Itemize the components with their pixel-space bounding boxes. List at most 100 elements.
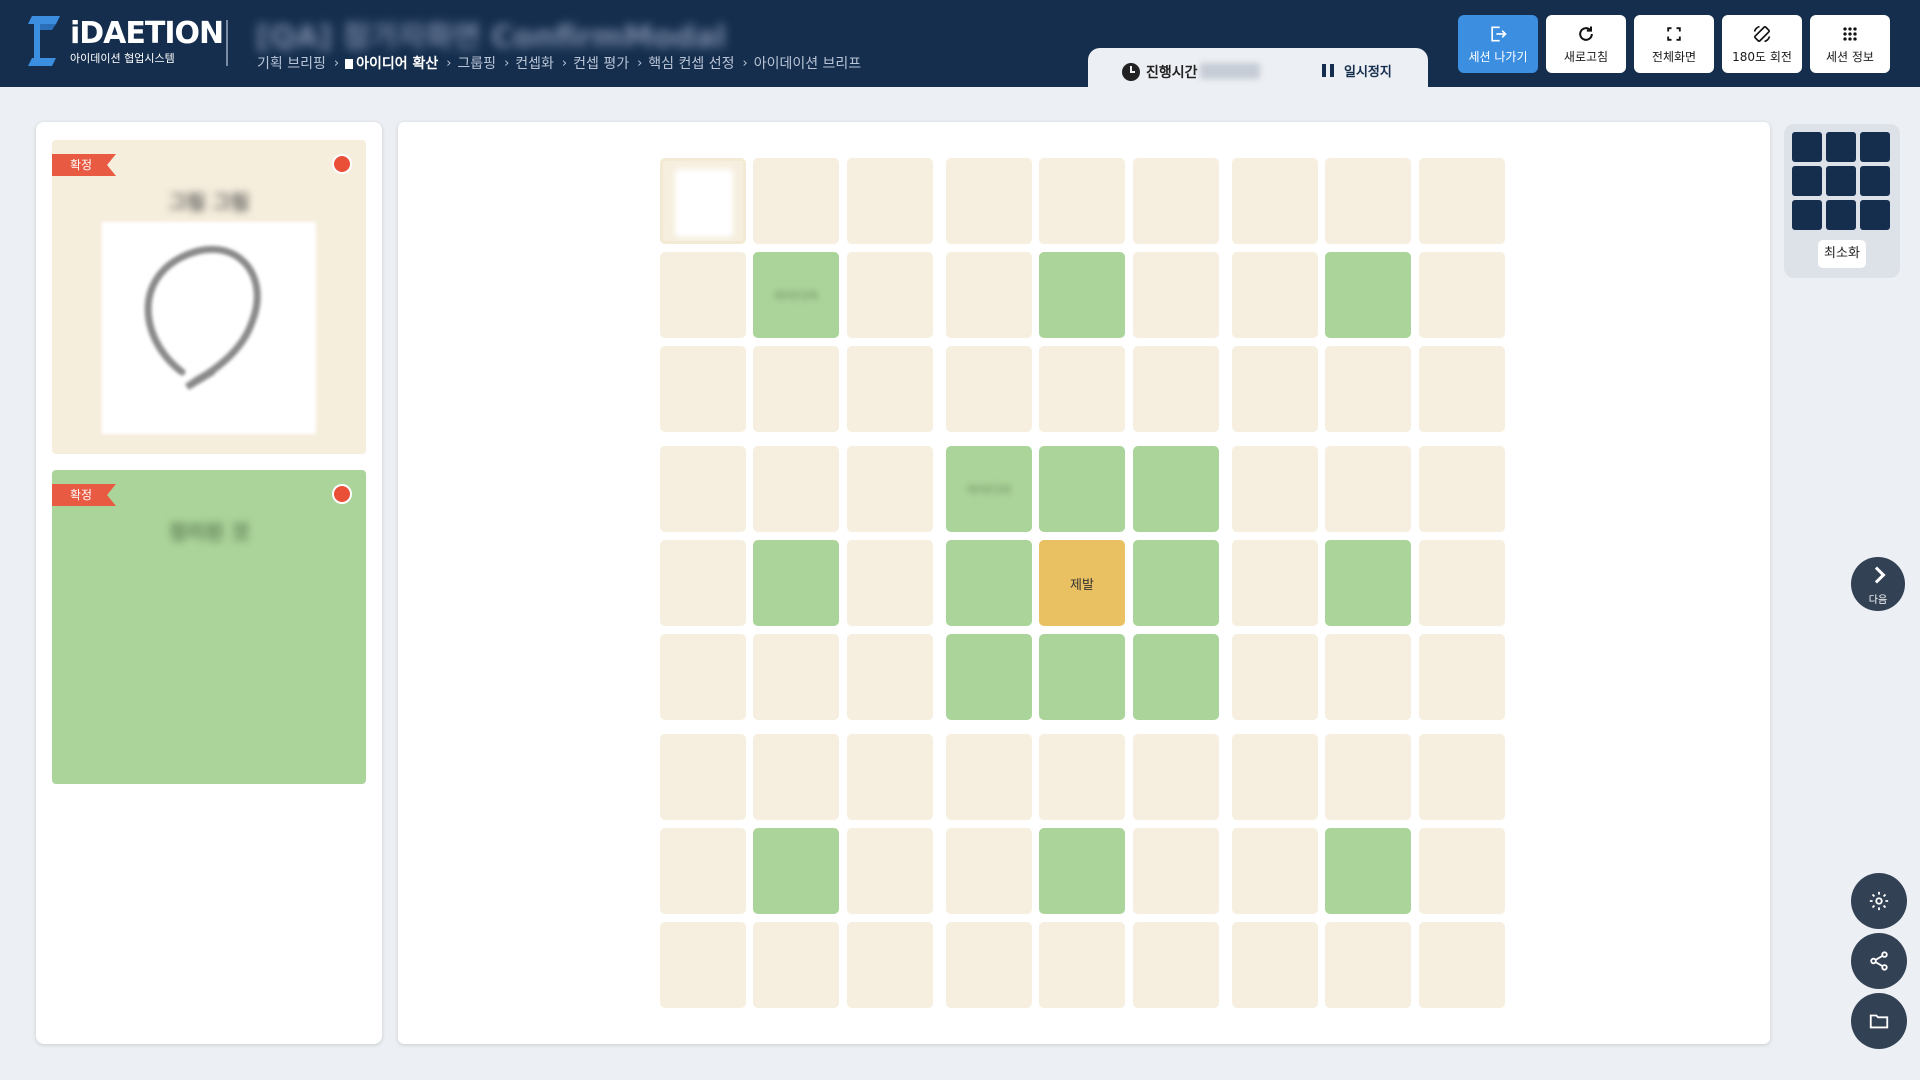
minimap-cell[interactable] [1826, 166, 1856, 196]
board-cell-filled[interactable] [1133, 634, 1219, 720]
board-cell[interactable] [1133, 828, 1219, 914]
minimap-cell[interactable] [1792, 132, 1822, 162]
board-cell-filled[interactable] [1325, 540, 1411, 626]
board-cell-filled[interactable] [946, 540, 1032, 626]
folder-button[interactable] [1851, 993, 1907, 1049]
board-cell-filled[interactable] [753, 540, 839, 626]
app-logo[interactable]: iDAETION 아이데이션 협업시스템 [28, 16, 224, 66]
board-cell[interactable] [1133, 158, 1219, 244]
board-cell[interactable] [1039, 158, 1125, 244]
board-cell[interactable] [753, 158, 839, 244]
minimap-cell[interactable] [1792, 166, 1822, 196]
board-cell[interactable] [1325, 446, 1411, 532]
board-cell[interactable] [660, 634, 746, 720]
board-cell-filled[interactable] [1039, 446, 1125, 532]
board-cell-filled[interactable] [1133, 446, 1219, 532]
board-cell-filled[interactable] [1039, 634, 1125, 720]
board-cell[interactable] [946, 252, 1032, 338]
board-cell-filled[interactable] [1325, 252, 1411, 338]
board-cell[interactable] [1419, 446, 1505, 532]
board-cell[interactable] [1232, 158, 1318, 244]
board-cell[interactable] [1325, 346, 1411, 432]
board-cell[interactable] [753, 446, 839, 532]
breadcrumb-item-evaluation[interactable]: 컨셉 평가 [573, 53, 629, 73]
breadcrumb-item-concept[interactable]: 컨셉화 [515, 53, 554, 73]
board-cell[interactable] [1325, 922, 1411, 1008]
board-cell-filled[interactable] [946, 634, 1032, 720]
board-cell[interactable] [1232, 446, 1318, 532]
board-cell[interactable] [847, 540, 933, 626]
board-cell[interactable] [847, 634, 933, 720]
board-cell[interactable] [1232, 540, 1318, 626]
board-cell[interactable] [946, 346, 1032, 432]
minimap-cell[interactable] [1860, 200, 1890, 230]
board-cell[interactable] [1133, 734, 1219, 820]
pause-button[interactable]: 일시정지 [1322, 60, 1392, 80]
board-cell[interactable] [753, 346, 839, 432]
board-cell[interactable] [660, 446, 746, 532]
board-cell[interactable] [1419, 634, 1505, 720]
exit-session-button[interactable]: 세션 나가기 [1458, 15, 1538, 73]
board-cell[interactable] [1419, 158, 1505, 244]
breadcrumb-item-brief[interactable]: 아이데이션 브리프 [754, 53, 862, 73]
board-cell[interactable] [1325, 158, 1411, 244]
board-cell[interactable] [1133, 922, 1219, 1008]
board-cell[interactable] [1419, 252, 1505, 338]
board-cell[interactable] [847, 446, 933, 532]
board-cell[interactable] [1232, 252, 1318, 338]
fullscreen-button[interactable]: 전체화면 [1634, 15, 1714, 73]
idea-card[interactable]: 확정 그림 그림 [52, 140, 366, 454]
minimap-cell[interactable] [1792, 200, 1822, 230]
board-cell[interactable] [1232, 734, 1318, 820]
board-cell[interactable] [660, 734, 746, 820]
board-cell[interactable] [660, 252, 746, 338]
breadcrumb-item-divergence[interactable]: 아이디어 확산 [345, 53, 438, 73]
board-cell-filled[interactable] [1133, 540, 1219, 626]
board-cell[interactable] [847, 828, 933, 914]
board-cell[interactable] [1419, 922, 1505, 1008]
refresh-button[interactable]: 새로고침 [1546, 15, 1626, 73]
board-cell[interactable] [847, 734, 933, 820]
board-cell[interactable] [1419, 734, 1505, 820]
board-cell[interactable] [847, 346, 933, 432]
minimap[interactable]: 최소화 [1784, 124, 1900, 278]
next-button[interactable]: 다음 [1851, 557, 1905, 611]
board-cell[interactable] [1232, 828, 1318, 914]
board-cell[interactable] [1325, 734, 1411, 820]
board-cell[interactable] [1419, 346, 1505, 432]
board-cell[interactable] [847, 252, 933, 338]
board-cell[interactable] [1419, 540, 1505, 626]
board-cell-filled[interactable]: 아이디어 [946, 446, 1032, 532]
rotate-button[interactable]: 180도 회전 [1722, 15, 1802, 73]
board-cell[interactable] [1133, 252, 1219, 338]
board-cell[interactable] [753, 734, 839, 820]
board-cell-filled[interactable] [753, 828, 839, 914]
board-cell[interactable] [946, 734, 1032, 820]
board-cell[interactable] [753, 634, 839, 720]
board-cell[interactable] [1419, 828, 1505, 914]
board-cell[interactable] [847, 158, 933, 244]
minimap-cell[interactable] [1860, 132, 1890, 162]
board-cell[interactable] [660, 540, 746, 626]
board-cell[interactable] [1325, 634, 1411, 720]
board-cell-filled[interactable] [1039, 828, 1125, 914]
settings-button[interactable] [1851, 873, 1907, 929]
board-cell[interactable] [1133, 346, 1219, 432]
board-cell-filled[interactable]: 아이디어 [753, 252, 839, 338]
board-cell[interactable] [946, 158, 1032, 244]
board-cell[interactable] [1039, 922, 1125, 1008]
session-info-button[interactable]: 세션 정보 [1810, 15, 1890, 73]
board-cell[interactable] [1232, 346, 1318, 432]
breadcrumb-item-briefing[interactable]: 기획 브리핑 [257, 53, 326, 73]
board-cell[interactable] [660, 828, 746, 914]
minimize-button[interactable]: 최소화 [1818, 240, 1866, 268]
board-cell[interactable] [946, 922, 1032, 1008]
minimap-cell[interactable] [1860, 166, 1890, 196]
board-cell-filled[interactable] [1325, 828, 1411, 914]
board-cell-filled[interactable] [1039, 252, 1125, 338]
minimap-cell[interactable] [1826, 200, 1856, 230]
board-cell[interactable] [660, 922, 746, 1008]
board-cell[interactable] [847, 922, 933, 1008]
board-cell[interactable] [753, 922, 839, 1008]
board-cell[interactable] [660, 346, 746, 432]
